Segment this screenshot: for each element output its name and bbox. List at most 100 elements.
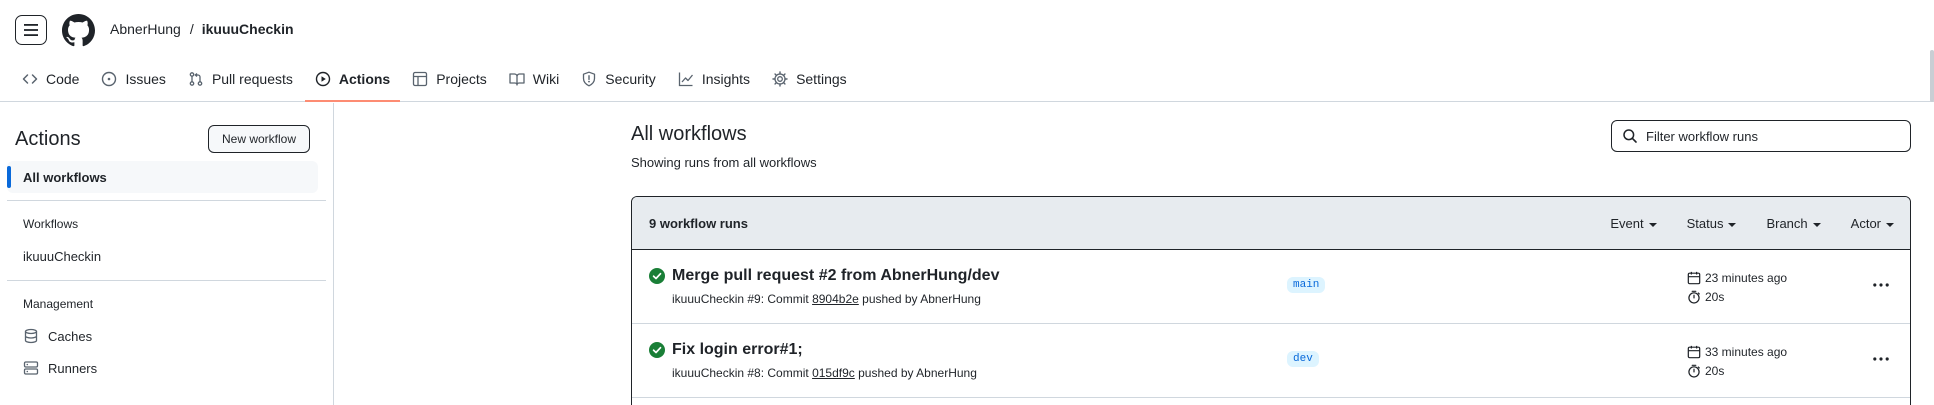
run-pushed-by: pushed by AbnerHung — [862, 292, 981, 306]
repo-name-link[interactable]: ikuuuCheckin — [202, 21, 294, 37]
run-pushed-by: pushed by AbnerHung — [858, 366, 977, 380]
tab-projects[interactable]: Projects — [402, 63, 497, 95]
runs-list-header: 9 workflow runs Event Status Branch Acto… — [632, 197, 1910, 250]
tab-security[interactable]: Security — [571, 63, 666, 95]
tab-label: Projects — [436, 71, 487, 87]
check-circle-icon — [649, 342, 665, 358]
kebab-horizontal-icon[interactable] — [1872, 350, 1890, 368]
sidebar-item-label: Caches — [48, 328, 93, 344]
hamburger-icon — [23, 23, 39, 37]
scrollbar[interactable] — [1930, 50, 1934, 102]
run-time-ago: 33 minutes ago — [1705, 345, 1788, 359]
sidebar-item-caches[interactable]: Caches — [23, 328, 92, 344]
code-icon — [22, 71, 38, 87]
tab-code[interactable]: Code — [12, 63, 89, 95]
actor-filter-dropdown[interactable]: Actor — [1851, 216, 1894, 231]
stopwatch-icon — [1687, 290, 1701, 304]
sidebar-item-label: Runners — [48, 360, 98, 376]
filter-input[interactable] — [1646, 128, 1896, 144]
runs-count: 9 workflow runs — [649, 215, 748, 231]
tab-label: Wiki — [532, 71, 560, 87]
branch-label[interactable]: main — [1287, 277, 1326, 293]
sidebar-divider — [7, 280, 326, 281]
caret-down-icon — [1648, 222, 1657, 227]
stopwatch-icon — [1687, 364, 1701, 378]
caret-down-icon — [1886, 222, 1894, 227]
tab-label: Pull requests — [211, 71, 293, 87]
database-icon — [23, 328, 39, 344]
page-title: All workflows — [631, 123, 747, 145]
issue-opened-icon — [101, 71, 117, 87]
sidebar-title: Actions — [15, 128, 81, 150]
status-filter-dropdown[interactable]: Status — [1687, 216, 1737, 231]
repo-header: AbnerHung / ikuuuCheckin Code Issues Pul… — [0, 0, 1934, 102]
search-icon — [1622, 128, 1638, 144]
filter-workflow-runs[interactable] — [1611, 120, 1911, 152]
run-title-link[interactable]: Fix login error#1; — [672, 341, 803, 359]
runs-filters: Event Status Branch Actor — [1580, 197, 1894, 250]
book-icon — [509, 71, 525, 87]
tab-label: Settings — [796, 71, 847, 87]
sidebar-divider — [7, 200, 326, 201]
tab-label: Insights — [701, 71, 751, 87]
sidebar-item-workflow[interactable]: ikuuuCheckin — [23, 249, 101, 264]
sidebar-item-all-workflows[interactable]: All workflows — [7, 161, 318, 193]
caret-down-icon — [1728, 222, 1737, 227]
breadcrumb-separator: / — [189, 21, 194, 37]
run-duration: 20s — [1687, 364, 1724, 378]
workflow-run-row[interactable]: Fix login error#1; ikuuuCheckin #8: Comm… — [632, 324, 1910, 398]
run-meta: ikuuuCheckin #9: Commit 8904b2e pushed b… — [672, 292, 981, 306]
git-pull-request-icon — [188, 71, 204, 87]
run-title-link[interactable]: Merge pull request #2 from AbnerHung/dev — [672, 267, 999, 285]
tab-label: Code — [46, 71, 80, 87]
filter-label: Branch — [1766, 216, 1808, 231]
check-circle-icon — [649, 268, 665, 284]
run-timestamp: 33 minutes ago — [1687, 345, 1787, 359]
run-meta: ikuuuCheckin #8: Commit 015df9c pushed b… — [672, 366, 977, 380]
management-heading: Management — [23, 297, 94, 311]
event-filter-dropdown[interactable]: Event — [1610, 216, 1657, 231]
tab-wiki[interactable]: Wiki — [499, 63, 569, 95]
run-duration: 20s — [1687, 290, 1724, 304]
workflows-heading: Workflows — [23, 217, 79, 231]
tab-insights[interactable]: Insights — [668, 63, 760, 95]
menu-button[interactable] — [15, 15, 47, 45]
filter-label: Actor — [1850, 216, 1881, 231]
server-icon — [23, 360, 39, 376]
sidebar-item-runners[interactable]: Runners — [23, 360, 97, 376]
tab-actions[interactable]: Actions — [304, 63, 401, 102]
calendar-icon — [1687, 271, 1701, 285]
run-workflow: ikuuuCheckin #9: Commit — [672, 292, 809, 306]
graph-icon — [678, 71, 694, 87]
page-subtitle: Showing runs from all workflows — [631, 155, 817, 170]
run-timestamp: 23 minutes ago — [1687, 271, 1787, 285]
commit-sha-link[interactable]: 8904b2e — [812, 292, 859, 306]
run-time-ago: 23 minutes ago — [1705, 271, 1788, 285]
run-duration-value: 20s — [1705, 364, 1725, 378]
kebab-horizontal-icon[interactable] — [1872, 276, 1890, 294]
new-workflow-button[interactable]: New workflow — [208, 125, 310, 153]
workflow-runs-list: 9 workflow runs Event Status Branch Acto… — [631, 196, 1911, 405]
gear-icon — [772, 71, 788, 87]
tab-settings[interactable]: Settings — [762, 63, 857, 95]
commit-sha-link[interactable]: 015df9c — [812, 366, 855, 380]
run-workflow: ikuuuCheckin #8: Commit — [672, 366, 809, 380]
actions-sidebar: Actions New workflow All workflows Workf… — [0, 103, 334, 405]
repo-owner-link[interactable]: AbnerHung — [110, 21, 181, 37]
github-logo-icon[interactable] — [62, 14, 95, 47]
table-icon — [412, 71, 428, 87]
breadcrumb: AbnerHung / ikuuuCheckin — [110, 21, 294, 37]
filter-label: Status — [1686, 216, 1724, 231]
caret-down-icon — [1812, 222, 1821, 227]
tab-issues[interactable]: Issues — [91, 63, 175, 95]
calendar-icon — [1687, 345, 1701, 359]
filter-label: Event — [1610, 216, 1644, 231]
branch-label[interactable]: dev — [1287, 351, 1319, 367]
workflow-run-row[interactable]: Merge pull request #2 from AbnerHung/dev… — [632, 250, 1910, 324]
tab-pull-requests[interactable]: Pull requests — [178, 63, 303, 95]
tab-label: Security — [605, 71, 656, 87]
tab-label: Issues — [125, 71, 166, 87]
shield-icon — [581, 71, 597, 87]
run-duration-value: 20s — [1705, 290, 1725, 304]
branch-filter-dropdown[interactable]: Branch — [1766, 216, 1821, 231]
